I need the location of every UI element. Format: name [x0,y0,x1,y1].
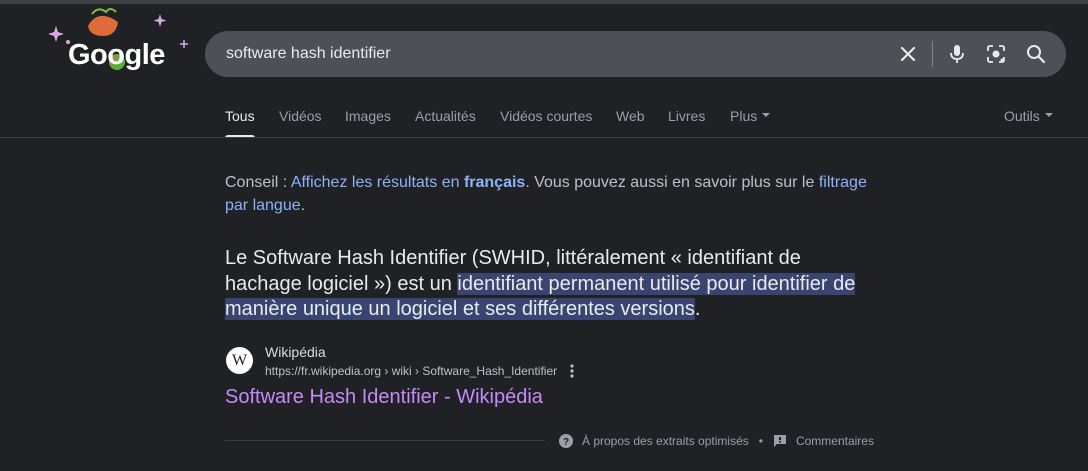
chevron-down-icon [762,113,771,118]
tab-label: Actualités [415,108,476,124]
tab-all[interactable]: Tous [225,108,255,138]
clear-icon[interactable] [896,42,920,66]
tip-suffix: . [300,197,306,214]
search-icon[interactable] [1024,42,1048,66]
language-tip: Conseil : Affichez les résultats en fran… [225,171,885,217]
footer-separator: • [758,434,763,448]
source-url[interactable]: https://fr.wikipedia.org › wiki › Softwa… [265,364,557,378]
feedback-label: Commentaires [795,434,874,448]
snippet-end: . [694,298,701,320]
tip-link-text: Affichez les résultats en [290,174,464,191]
more-vert-icon[interactable] [566,363,578,379]
result-title-link[interactable]: Software Hash Identifier - Wikipédia [225,386,543,409]
about-snippets-label: À propos des extraits optimisés [582,434,749,448]
snippet-footer: ? À propos des extraits optimisés • Comm… [558,432,874,450]
tab-videos[interactable]: Vidéos [279,108,322,138]
about-snippets-link[interactable]: ? À propos des extraits optimisés [558,433,749,449]
featured-snippet: Le Software Hash Identifier (SWHID, litt… [225,246,875,323]
feedback-link[interactable]: Commentaires [773,434,874,448]
snippet-divider [225,440,545,441]
tab-label: Livres [668,108,706,124]
chevron-down-icon [1044,113,1053,118]
wikipedia-favicon-icon[interactable]: W [226,347,253,374]
google-logo[interactable]: Google [44,4,224,78]
tab-label: Images [345,108,391,124]
logo-text: Google [68,39,165,71]
lens-icon[interactable] [984,42,1008,66]
tip-prefix: Conseil : [225,174,291,191]
tip-middle: . Vous pouvez aussi en savoir plus sur l… [525,174,819,191]
tab-label: Vidéos courtes [500,108,593,124]
tab-books[interactable]: Livres [668,108,705,138]
tab-more[interactable]: Plus [730,108,771,138]
tab-short-videos[interactable]: Vidéos courtes [500,108,592,138]
tab-news[interactable]: Actualités [415,108,476,138]
help-icon: ? [559,434,573,448]
show-french-results-link[interactable]: Affichez les résultats en français [291,174,526,191]
tab-label: Web [616,108,645,124]
tabs-divider [0,137,1088,138]
tools-label: Outils [1004,108,1040,124]
tab-label: Tous [225,108,255,124]
tab-label: Plus [730,108,758,124]
svg-text:?: ? [563,437,569,448]
tip-link-bold: français [463,174,526,191]
tab-images[interactable]: Images [345,108,391,138]
tab-label: Vidéos [279,108,322,124]
feedback-icon [773,435,786,447]
mic-icon[interactable] [945,42,969,66]
source-site-name[interactable]: Wikipédia [265,344,326,360]
search-input[interactable] [226,31,866,77]
search-bar [205,31,1066,77]
tab-web[interactable]: Web [616,108,645,138]
search-divider [932,41,933,67]
tools-button[interactable]: Outils [1004,108,1053,124]
